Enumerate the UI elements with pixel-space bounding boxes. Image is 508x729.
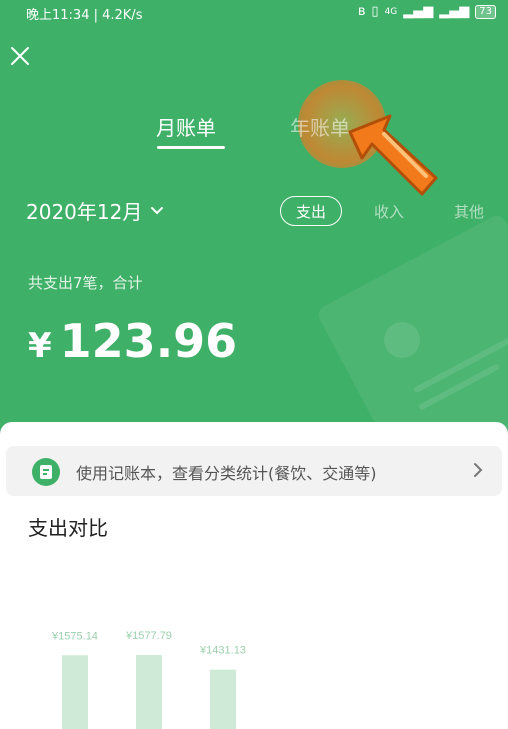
chart-bar xyxy=(136,655,162,729)
bluetooth-icon: ʙ xyxy=(357,4,366,19)
close-icon[interactable] xyxy=(8,44,32,68)
filter-other[interactable]: 其他 xyxy=(454,201,484,222)
expense-comparison-chart: ¥1575.14 ¥1577.79 ¥1431.13 xyxy=(51,630,246,729)
chart-bar xyxy=(210,669,236,729)
decorative-circle xyxy=(384,322,420,358)
network-type: 4G xyxy=(384,6,398,17)
ledger-icon xyxy=(32,458,60,486)
status-bar: 晚上11:34 | 4.2K/s ʙ ▯ 4G ▂▄▆ ▂▄▆ 73 xyxy=(0,0,508,26)
currency-symbol: ¥ xyxy=(28,326,52,366)
ledger-banner[interactable]: 使用记账本，查看分类统计(餐饮、交通等) xyxy=(6,446,502,496)
vibrate-icon: ▯ xyxy=(371,4,379,19)
chart-data-label: ¥1575.14 xyxy=(51,630,98,642)
chevron-right-icon xyxy=(474,463,483,477)
tab-year[interactable]: 年账单 xyxy=(290,112,350,141)
chart-bar xyxy=(62,655,88,729)
summary-text: 共支出7笔，合计 xyxy=(28,274,143,292)
banner-text: 使用记账本，查看分类统计(餐饮、交通等) xyxy=(76,464,377,483)
filter-income[interactable]: 收入 xyxy=(374,201,404,222)
chart-data-label: ¥1577.79 xyxy=(125,630,172,642)
battery-indicator: 73 xyxy=(475,4,496,19)
content-card: 使用记账本，查看分类统计(餐饮、交通等) 支出对比 ¥1575.14 ¥1577.… xyxy=(0,422,508,729)
filter-expense[interactable]: 支出 xyxy=(280,196,342,226)
month-selector[interactable]: 2020年12月 xyxy=(26,196,164,225)
status-icons: ʙ ▯ 4G ▂▄▆ ▂▄▆ 73 xyxy=(358,4,496,19)
tab-month[interactable]: 月账单 xyxy=(156,112,216,141)
chart-data-label: ¥1431.13 xyxy=(199,645,246,657)
active-tab-indicator xyxy=(157,146,225,149)
filter-expense-label: 支出 xyxy=(295,202,326,221)
month-label: 2020年12月 xyxy=(26,200,143,224)
section-title: 支出对比 xyxy=(28,516,108,540)
amount-value: 123.96 xyxy=(59,314,238,368)
header-panel: 晚上11:34 | 4.2K/s ʙ ▯ 4G ▂▄▆ ▂▄▆ 73 月账单 年… xyxy=(0,0,508,440)
signal-icon-2: ▂▄▆ xyxy=(439,4,470,19)
pointer-arrow-icon xyxy=(348,114,438,196)
total-amount: ¥123.96 xyxy=(28,314,237,368)
chevron-down-icon xyxy=(151,206,164,214)
signal-icon: ▂▄▆ xyxy=(403,4,434,19)
status-time-speed: 晚上11:34 | 4.2K/s xyxy=(26,8,143,23)
